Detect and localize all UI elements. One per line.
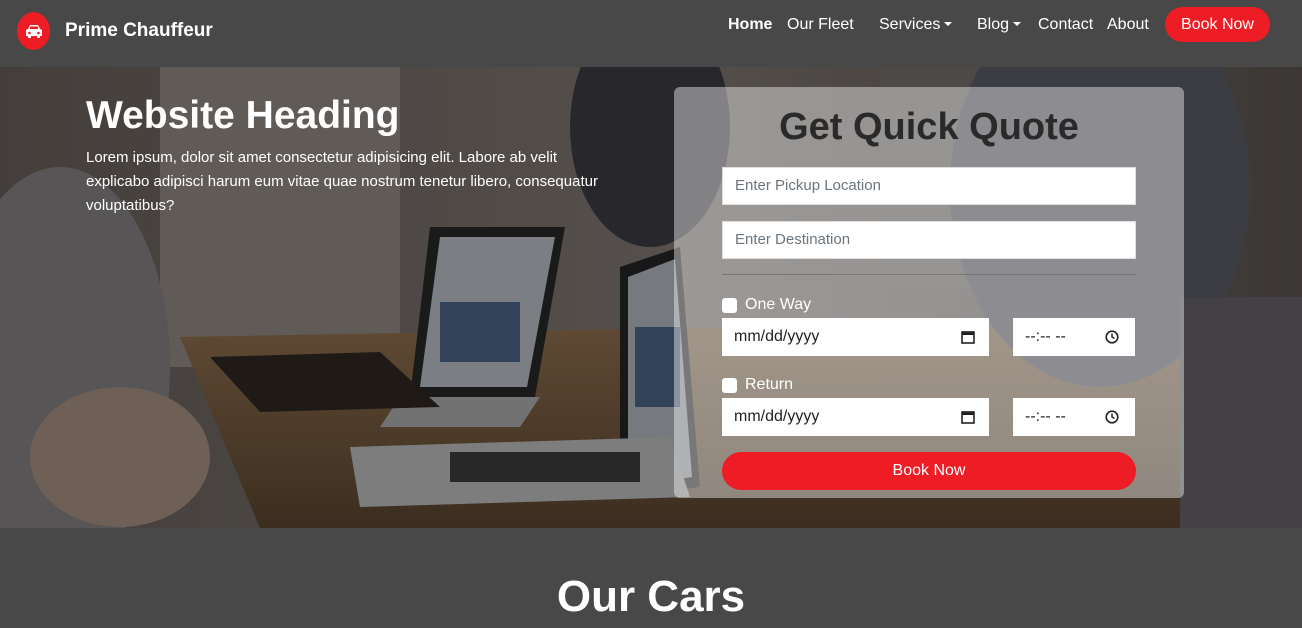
one-way-date-value: mm/dd/yyyy — [734, 328, 820, 345]
brand-name: Prime Chauffeur — [65, 20, 213, 41]
chevron-down-icon — [1013, 22, 1022, 26]
nav-services-label: Services — [879, 16, 941, 33]
return-option[interactable]: Return — [722, 376, 793, 394]
nav-about[interactable]: About — [1107, 15, 1149, 35]
calendar-icon — [961, 411, 975, 424]
return-date-value: mm/dd/yyyy — [734, 408, 820, 425]
one-way-time-input[interactable]: --:-- -- — [1013, 318, 1135, 356]
return-time-input[interactable]: --:-- -- — [1013, 398, 1135, 436]
calendar-icon — [961, 331, 975, 344]
divider — [722, 274, 1136, 275]
pickup-location-input[interactable]: Enter Pickup Location — [722, 167, 1136, 205]
clock-icon — [1105, 330, 1119, 344]
hero-heading: Website Heading — [86, 94, 400, 137]
car-icon — [17, 12, 50, 50]
our-cars-title: Our Cars — [556, 572, 746, 621]
return-date-input[interactable]: mm/dd/yyyy — [722, 398, 989, 436]
nav-blog-label: Blog — [977, 16, 1010, 33]
nav-book-now-button[interactable]: Book Now — [1165, 7, 1270, 42]
brand[interactable]: Prime Chauffeur — [17, 12, 213, 50]
one-way-label: One Way — [745, 296, 812, 313]
nav-home[interactable]: Home — [728, 15, 772, 35]
navbar: Prime Chauffeur Home Our Fleet Services … — [0, 0, 1302, 67]
return-time-value: --:-- -- — [1025, 408, 1066, 425]
quick-quote-form: Get Quick Quote Enter Pickup Location En… — [674, 87, 1184, 498]
quote-title: Get Quick Quote — [779, 106, 1079, 148]
quote-book-now-button[interactable]: Book Now — [722, 452, 1136, 490]
nav-our-fleet[interactable]: Our Fleet — [787, 15, 854, 35]
return-checkbox[interactable] — [722, 377, 737, 393]
nav-contact[interactable]: Contact — [1038, 15, 1093, 35]
return-label: Return — [745, 376, 794, 393]
nav-services[interactable]: Services — [879, 15, 953, 35]
nav-blog[interactable]: Blog — [977, 15, 1022, 35]
hero-text: Lorem ipsum, dolor sit amet consectetur … — [86, 149, 598, 214]
destination-input[interactable]: Enter Destination — [722, 221, 1136, 259]
hero-section: Website Heading Lorem ipsum, dolor sit a… — [0, 67, 1302, 528]
one-way-time-value: --:-- -- — [1025, 328, 1066, 345]
one-way-checkbox[interactable] — [722, 297, 737, 313]
our-cars-section: Our Cars — [0, 528, 1302, 628]
clock-icon — [1105, 410, 1119, 424]
one-way-date-input[interactable]: mm/dd/yyyy — [722, 318, 989, 356]
one-way-option[interactable]: One Way — [722, 296, 811, 314]
chevron-down-icon — [944, 22, 953, 26]
